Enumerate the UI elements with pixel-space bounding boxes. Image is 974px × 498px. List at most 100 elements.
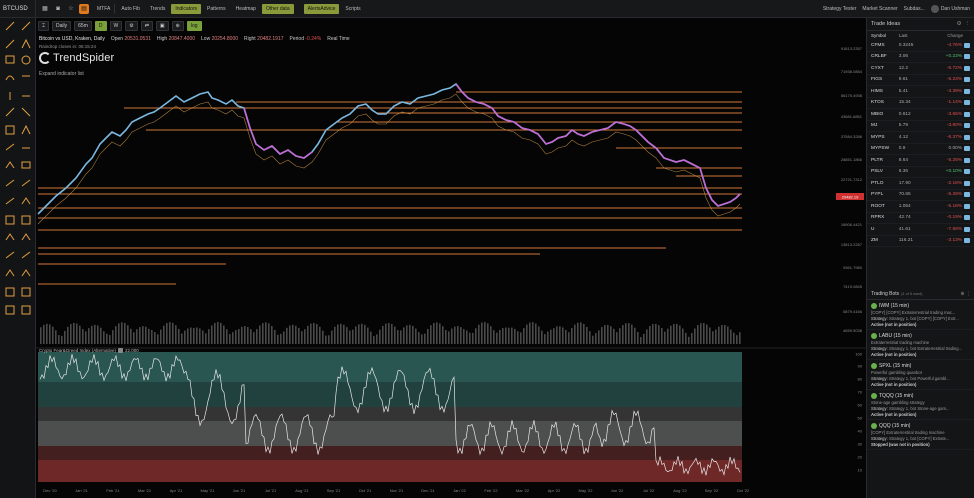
- patterns-button[interactable]: Patterns: [203, 4, 230, 14]
- table-row[interactable]: MYPSW 0.9 0.00%: [867, 144, 974, 155]
- color-swatch[interactable]: [964, 123, 970, 129]
- volume-bar: [268, 323, 270, 344]
- period-label: Period: [289, 36, 304, 42]
- low-value: 20254.8000: [211, 36, 239, 42]
- volume-bar: [598, 330, 600, 344]
- color-swatch[interactable]: [964, 215, 970, 221]
- resolution-select[interactable]: 65m: [74, 21, 92, 31]
- table-row[interactable]: MJ 5.79 -3.80%: [867, 121, 974, 132]
- trends-button[interactable]: Trends: [146, 4, 169, 14]
- volume-bar: [106, 333, 108, 344]
- table-row[interactable]: FIGS 9.61 -5.23%: [867, 75, 974, 86]
- scripts-button[interactable]: Scripts: [341, 4, 364, 14]
- strategy-tester-link[interactable]: Strategy Tester: [823, 6, 857, 12]
- bot-card[interactable]: TQQQ (15 min) Stone-age gambling strategy…: [867, 390, 974, 420]
- timeframe-icon[interactable]: ▣: [155, 21, 169, 31]
- chart-area[interactable]: 91813.2357 71938.0854 56175.4938 43681.6851…: [36, 18, 866, 498]
- color-swatch[interactable]: [964, 88, 970, 94]
- log-scale-button[interactable]: log: [186, 21, 202, 31]
- volume-bar: [421, 334, 423, 344]
- table-row[interactable]: PLTR 8.64 -5.25%: [867, 155, 974, 167]
- interval-select[interactable]: Daily: [52, 21, 72, 31]
- subdas-link[interactable]: Subdas...: [904, 6, 925, 12]
- market-scanner-link[interactable]: Market Scanner: [862, 6, 897, 12]
- table-row[interactable]: MYPS 4.12 -6.37%: [867, 132, 974, 144]
- volume-bar: [301, 331, 303, 344]
- heatmap-button[interactable]: Heatmap: [232, 4, 260, 14]
- grid-icon[interactable]: ▦: [40, 4, 50, 14]
- other-data-button[interactable]: Other data: [261, 3, 294, 14]
- table-row[interactable]: ROOT 1.054 -5.18%: [867, 201, 974, 213]
- bot-card[interactable]: QQQ (15 min) [COPY] Extraterrestrial trad…: [867, 420, 974, 450]
- table-row[interactable]: PTLO 17.90 -2.18%: [867, 178, 974, 190]
- settings-icon[interactable]: ⚙: [957, 21, 962, 27]
- table-row[interactable]: CYXT 12.2 -5.72%: [867, 63, 974, 75]
- alerts-button[interactable]: AlertsAdvice: [303, 3, 340, 14]
- table-row[interactable]: RPRX 42.74 -0.19%: [867, 213, 974, 224]
- indicator-color-icon[interactable]: [118, 348, 124, 353]
- color-swatch[interactable]: [964, 203, 970, 209]
- star-icon[interactable]: ☆: [66, 4, 76, 14]
- volume-bar: [529, 322, 531, 344]
- color-swatch[interactable]: [964, 42, 970, 48]
- col-symbol[interactable]: Symbol: [871, 33, 899, 38]
- user-menu[interactable]: Dan Ushman: [930, 5, 970, 13]
- add-bot-icon[interactable]: ⊕ ⋮: [960, 291, 971, 297]
- table-row[interactable]: CFMS 0.3245 -4.76%: [867, 40, 974, 52]
- symbol-cell: ZM: [871, 238, 878, 244]
- table-row[interactable]: ZM 116.21 -3.13%: [867, 236, 974, 247]
- col-last[interactable]: Last: [899, 33, 933, 38]
- mtfa-button[interactable]: MTFA: [93, 3, 116, 14]
- settings-icon[interactable]: ⚙: [125, 21, 138, 31]
- mode-w-button[interactable]: W: [109, 21, 123, 31]
- table-row[interactable]: PSLV 6.36 +0.10%: [867, 167, 974, 178]
- chart-type-button[interactable]: ⌶: [38, 21, 50, 31]
- table-row[interactable]: MBIO 0.612 -3.65%: [867, 109, 974, 121]
- bot-card[interactable]: SPXL (15 min) Powerful gambling quanbot St…: [867, 360, 974, 390]
- bot-card[interactable]: IWM (15 min) [COPY] [COPY] Extraterrestri…: [867, 300, 974, 330]
- last-cell: 70.65: [898, 192, 911, 198]
- menu-icon[interactable]: ⋮: [965, 21, 971, 27]
- layout-icon[interactable]: ▤: [79, 3, 89, 14]
- color-swatch[interactable]: [964, 226, 970, 232]
- table-row[interactable]: HIMS 5.41 -3.39%: [867, 86, 974, 98]
- auto-fib-button[interactable]: Auto Fib: [117, 4, 144, 14]
- color-swatch[interactable]: [964, 100, 970, 106]
- volume-bar: [685, 332, 687, 344]
- color-swatch[interactable]: [964, 180, 970, 186]
- bot-card[interactable]: LABU (15 min) Extraterrestrial trading ma…: [867, 330, 974, 360]
- trading-bots-subtitle: (4 of 5 used): [901, 291, 923, 296]
- color-swatch[interactable]: [964, 169, 970, 175]
- price-chart-canvas[interactable]: 91813.2357 71938.0854 56175.4938 43681.6851…: [36, 18, 866, 498]
- color-swatch[interactable]: [964, 77, 970, 83]
- table-row[interactable]: CRLBF 3.06 +0.23%: [867, 52, 974, 63]
- mode-d-button[interactable]: D: [94, 21, 107, 31]
- volume-bar: [385, 323, 387, 344]
- table-row[interactable]: KTOS 15.34 -1.14%: [867, 98, 974, 109]
- camera-icon[interactable]: ◙: [53, 4, 63, 14]
- volume-bar: [58, 335, 60, 344]
- color-swatch[interactable]: [964, 146, 970, 152]
- volume-bar: [640, 337, 642, 344]
- volume-bar: [568, 332, 570, 344]
- bot-strategy: Strategy 1, bot Stone-age gam...: [888, 406, 950, 411]
- logo-text: TrendSpider: [53, 52, 115, 64]
- crosshair-icon[interactable]: ⊕: [171, 21, 184, 31]
- x-axis-tick-label: Feb '22: [484, 488, 498, 493]
- color-swatch[interactable]: [964, 192, 970, 198]
- color-swatch[interactable]: [964, 238, 970, 244]
- color-swatch[interactable]: [964, 65, 970, 71]
- color-swatch[interactable]: [964, 157, 970, 163]
- col-change[interactable]: Change: [933, 33, 963, 38]
- ticker-symbol[interactable]: BTCUSD: [0, 0, 36, 18]
- table-row[interactable]: PYPL 70.65 -5.28%: [867, 190, 974, 201]
- table-row[interactable]: U 41.61 -7.58%: [867, 224, 974, 236]
- color-swatch[interactable]: [964, 134, 970, 140]
- expand-indicator-list-link[interactable]: Expand indicator list: [39, 71, 84, 77]
- indicators-button[interactable]: Indicators: [171, 3, 202, 14]
- compare-icon[interactable]: ⇄: [140, 21, 153, 31]
- volume-bar: [739, 332, 741, 344]
- color-swatch[interactable]: [964, 111, 970, 117]
- color-swatch[interactable]: [964, 54, 970, 60]
- volume-bar: [355, 326, 357, 344]
